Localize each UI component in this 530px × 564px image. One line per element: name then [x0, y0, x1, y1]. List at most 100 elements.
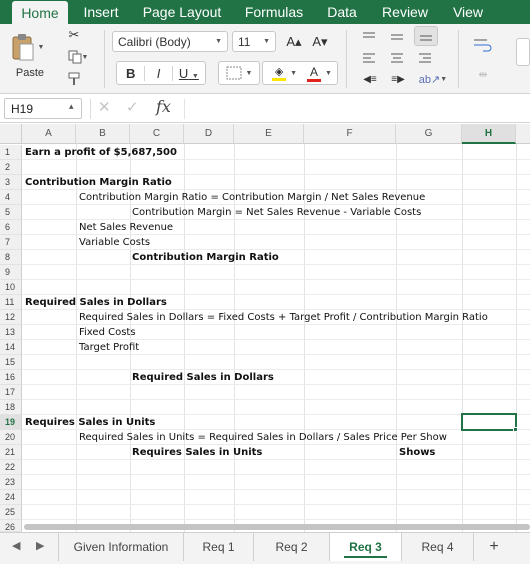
- cell-b14[interactable]: Target Profit: [79, 340, 139, 355]
- align-left-icon[interactable]: [358, 50, 380, 66]
- tab-insert[interactable]: Insert: [78, 0, 124, 24]
- cut-icon[interactable]: ✂: [64, 26, 84, 44]
- align-middle-icon[interactable]: [386, 28, 408, 46]
- underline-button[interactable]: U ▼: [171, 65, 205, 81]
- row-header[interactable]: 13: [0, 325, 22, 340]
- tab-review[interactable]: Review: [378, 0, 432, 24]
- tab-view[interactable]: View: [448, 0, 488, 24]
- font-name-dropdown[interactable]: Calibri (Body) ▼: [112, 31, 228, 52]
- sheet-tab-req-2[interactable]: Req 2: [254, 533, 330, 561]
- row-header[interactable]: 3: [0, 175, 22, 190]
- tab-data[interactable]: Data: [322, 0, 362, 24]
- column-header-h[interactable]: H: [462, 124, 516, 144]
- bold-button[interactable]: B: [117, 66, 144, 81]
- borders-button[interactable]: ▼: [218, 61, 260, 85]
- row-header[interactable]: 25: [0, 505, 22, 520]
- tab-page-layout[interactable]: Page Layout: [138, 0, 226, 24]
- row-header[interactable]: 4: [0, 190, 22, 205]
- scroll-right-icon[interactable]: ▶: [36, 539, 44, 552]
- cell-b13[interactable]: Fixed Costs: [79, 325, 136, 340]
- row-header[interactable]: 17: [0, 385, 22, 400]
- row-header[interactable]: 9: [0, 265, 22, 280]
- name-box-stepper-icon[interactable]: ▴: [69, 101, 74, 112]
- format-painter-icon[interactable]: [64, 70, 84, 88]
- cell-b12[interactable]: Required Sales in Dollars = Fixed Costs …: [79, 310, 488, 325]
- paste-button[interactable]: ▼: [8, 30, 46, 64]
- cell-c5[interactable]: Contribution Margin = Net Sales Revenue …: [132, 205, 421, 220]
- cell-c21[interactable]: Requires Sales in Units: [132, 445, 262, 460]
- align-bottom-icon[interactable]: [414, 26, 438, 46]
- row-header[interactable]: 8: [0, 250, 22, 265]
- row-header[interactable]: 15: [0, 355, 22, 370]
- sheet-tab-req-1[interactable]: Req 1: [184, 533, 254, 561]
- font-size-dropdown[interactable]: 11 ▼: [232, 31, 276, 52]
- row-header[interactable]: 20: [0, 430, 22, 445]
- column-header-e[interactable]: E: [234, 124, 304, 144]
- fill-color-button[interactable]: ◈: [268, 65, 290, 81]
- select-all-corner[interactable]: [0, 124, 22, 144]
- align-top-icon[interactable]: [358, 28, 380, 46]
- row-header[interactable]: 26: [0, 520, 22, 532]
- cell-a19[interactable]: Requires Sales in Units: [25, 415, 155, 430]
- align-right-icon[interactable]: [414, 50, 436, 66]
- cell-a1[interactable]: Earn a profit of $5,687,500: [25, 145, 177, 160]
- row-header[interactable]: 6: [0, 220, 22, 235]
- row-header[interactable]: 2: [0, 160, 22, 175]
- tab-formulas[interactable]: Formulas: [240, 0, 308, 24]
- add-sheet-button[interactable]: +: [474, 533, 514, 561]
- italic-button[interactable]: I: [144, 65, 171, 81]
- row-header[interactable]: 24: [0, 490, 22, 505]
- decrease-indent-icon[interactable]: ◀≡: [358, 70, 382, 88]
- column-header-c[interactable]: C: [130, 124, 184, 144]
- cell-b20[interactable]: Required Sales in Units = Required Sales…: [79, 430, 447, 445]
- sheet-tab-req-4[interactable]: Req 4: [402, 533, 474, 561]
- column-header-g[interactable]: G: [396, 124, 462, 144]
- cell-a11[interactable]: Required Sales in Dollars: [25, 295, 167, 310]
- row-header[interactable]: 11: [0, 295, 22, 310]
- merge-center-icon[interactable]: ⇹: [470, 64, 496, 84]
- copy-button[interactable]: ▼: [64, 48, 92, 66]
- row-header[interactable]: 1: [0, 145, 22, 160]
- row-header[interactable]: 14: [0, 340, 22, 355]
- sheet-tab-given-information[interactable]: Given Information: [58, 533, 184, 561]
- row-header[interactable]: 21: [0, 445, 22, 460]
- column-header-d[interactable]: D: [184, 124, 234, 144]
- row-header[interactable]: 10: [0, 280, 22, 295]
- cell-g21[interactable]: Shows: [399, 445, 435, 460]
- name-box[interactable]: H19 ▴: [4, 98, 82, 119]
- enter-icon[interactable]: ✓: [126, 98, 139, 116]
- cell-b6[interactable]: Net Sales Revenue: [79, 220, 173, 235]
- scroll-left-icon[interactable]: ◀: [12, 539, 20, 552]
- wrap-text-icon[interactable]: [470, 34, 496, 56]
- ribbon-overflow[interactable]: [516, 38, 530, 66]
- shrink-font-button[interactable]: A▾: [310, 32, 330, 52]
- grow-font-button[interactable]: A▴: [284, 32, 304, 52]
- row-header[interactable]: 16: [0, 370, 22, 385]
- formula-input[interactable]: [184, 99, 524, 119]
- function-icon[interactable]: fx: [156, 97, 171, 116]
- orientation-icon[interactable]: ab↗ ▼: [418, 70, 448, 88]
- column-header-b[interactable]: B: [76, 124, 130, 144]
- active-cell-h19[interactable]: [461, 413, 517, 431]
- column-header-a[interactable]: A: [22, 124, 76, 144]
- cell-b7[interactable]: Variable Costs: [79, 235, 150, 250]
- font-color-button[interactable]: A: [303, 65, 325, 82]
- align-center-icon[interactable]: [386, 50, 408, 66]
- column-header-f[interactable]: F: [304, 124, 396, 144]
- row-header[interactable]: 12: [0, 310, 22, 325]
- row-header[interactable]: 7: [0, 235, 22, 250]
- cancel-icon[interactable]: ✕: [98, 98, 111, 116]
- row-header[interactable]: 23: [0, 475, 22, 490]
- cell-a3[interactable]: Contribution Margin Ratio: [25, 175, 172, 190]
- row-header[interactable]: 22: [0, 460, 22, 475]
- fill-handle[interactable]: [513, 427, 518, 432]
- cell-b4[interactable]: Contribution Margin Ratio = Contribution…: [79, 190, 425, 205]
- cell-c8[interactable]: Contribution Margin Ratio: [132, 250, 279, 265]
- horizontal-scrollbar[interactable]: [24, 524, 530, 530]
- row-header[interactable]: 18: [0, 400, 22, 415]
- increase-indent-icon[interactable]: ≡▶: [386, 70, 410, 88]
- row-header[interactable]: 5: [0, 205, 22, 220]
- sheet-tab-req-3[interactable]: Req 3: [330, 533, 402, 561]
- tab-home[interactable]: Home: [12, 1, 68, 24]
- cell-c16[interactable]: Required Sales in Dollars: [132, 370, 274, 385]
